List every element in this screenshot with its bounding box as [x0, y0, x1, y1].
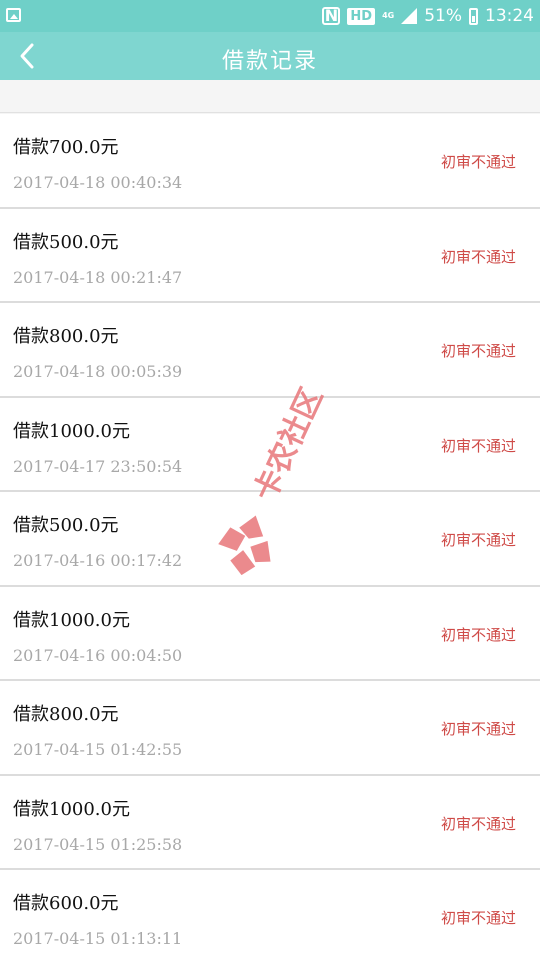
- loan-time: 2017-04-15 01:42:55: [13, 740, 183, 759]
- loan-status: 初审不通过: [440, 436, 516, 455]
- loan-amount: 借款1000.0元: [13, 420, 130, 442]
- clock: 13:24: [485, 6, 534, 26]
- loan-time: 2017-04-16 00:17:42: [13, 551, 183, 570]
- loan-record-item[interactable]: 借款1000.0元 2017-04-17 23:50:54 初审不通过: [0, 397, 540, 492]
- battery-percent: 51%: [424, 6, 462, 26]
- loan-record-item[interactable]: 借款1000.0元 2017-04-15 01:25:58 初审不通过: [0, 775, 540, 870]
- loan-amount: 借款500.0元: [13, 231, 119, 253]
- loan-record-list: 借款700.0元 2017-04-18 00:40:34 初审不通过 借款500.0元…: [0, 114, 540, 960]
- loan-record-item[interactable]: 借款800.0元 2017-04-15 01:42:55 初审不通过: [0, 681, 540, 776]
- loan-status: 初审不通过: [440, 247, 516, 266]
- gallery-notification-icon: [6, 8, 21, 22]
- loan-record-item[interactable]: 借款600.0元 2017-04-15 01:13:11 初审不通过: [0, 870, 540, 960]
- loan-amount: 借款1000.0元: [13, 798, 130, 820]
- loan-record-item[interactable]: 借款500.0元 2017-04-16 00:17:42 初审不通过: [0, 492, 540, 587]
- signal-icon: [401, 8, 418, 24]
- navigation-bar: 借款记录: [0, 32, 540, 80]
- loan-time: 2017-04-18 00:05:39: [13, 362, 183, 381]
- loan-status: 初审不通过: [440, 909, 516, 927]
- network-type-icon: 4G: [382, 11, 395, 20]
- loan-status: 初审不通过: [440, 342, 516, 360]
- loan-time: 2017-04-18 00:21:47: [13, 267, 183, 287]
- loan-amount: 借款600.0元: [13, 893, 119, 914]
- section-spacer: [0, 80, 540, 113]
- loan-status: 初审不通过: [440, 531, 516, 549]
- status-indicators: N HD 4G 51% 13:24: [322, 6, 534, 26]
- battery-icon: [469, 7, 478, 25]
- loan-time: 2017-04-15 01:13:11: [13, 929, 183, 948]
- status-bar: N HD 4G 51% 13:24: [0, 0, 540, 32]
- loan-amount: 借款1000.0元: [13, 609, 130, 631]
- loan-amount: 借款800.0元: [13, 326, 119, 347]
- loan-record-item[interactable]: 借款500.0元 2017-04-18 00:21:47 初审不通过: [0, 208, 540, 303]
- loan-status: 初审不通过: [440, 720, 516, 738]
- loan-amount: 借款700.0元: [13, 137, 119, 158]
- loan-time: 2017-04-17 23:50:54: [13, 456, 183, 476]
- loan-record-item[interactable]: 借款800.0元 2017-04-18 00:05:39 初审不通过: [0, 303, 540, 398]
- loan-record-item[interactable]: 借款700.0元 2017-04-18 00:40:34 初审不通过: [0, 114, 540, 209]
- page-title: 借款记录: [221, 49, 318, 74]
- loan-record-item[interactable]: 借款1000.0元 2017-04-16 00:04:50 初审不通过: [0, 586, 540, 681]
- loan-status: 初审不通过: [440, 625, 516, 644]
- loan-status: 初审不通过: [440, 153, 516, 171]
- loan-time: 2017-04-18 00:40:34: [13, 173, 183, 192]
- loan-time: 2017-04-16 00:04:50: [13, 645, 183, 665]
- loan-status: 初审不通过: [440, 814, 516, 833]
- nfc-icon: N: [322, 7, 341, 25]
- loan-time: 2017-04-15 01:25:58: [13, 834, 183, 854]
- loan-amount: 借款800.0元: [13, 704, 119, 725]
- loan-amount: 借款500.0元: [13, 515, 119, 536]
- hd-icon: HD: [347, 7, 376, 25]
